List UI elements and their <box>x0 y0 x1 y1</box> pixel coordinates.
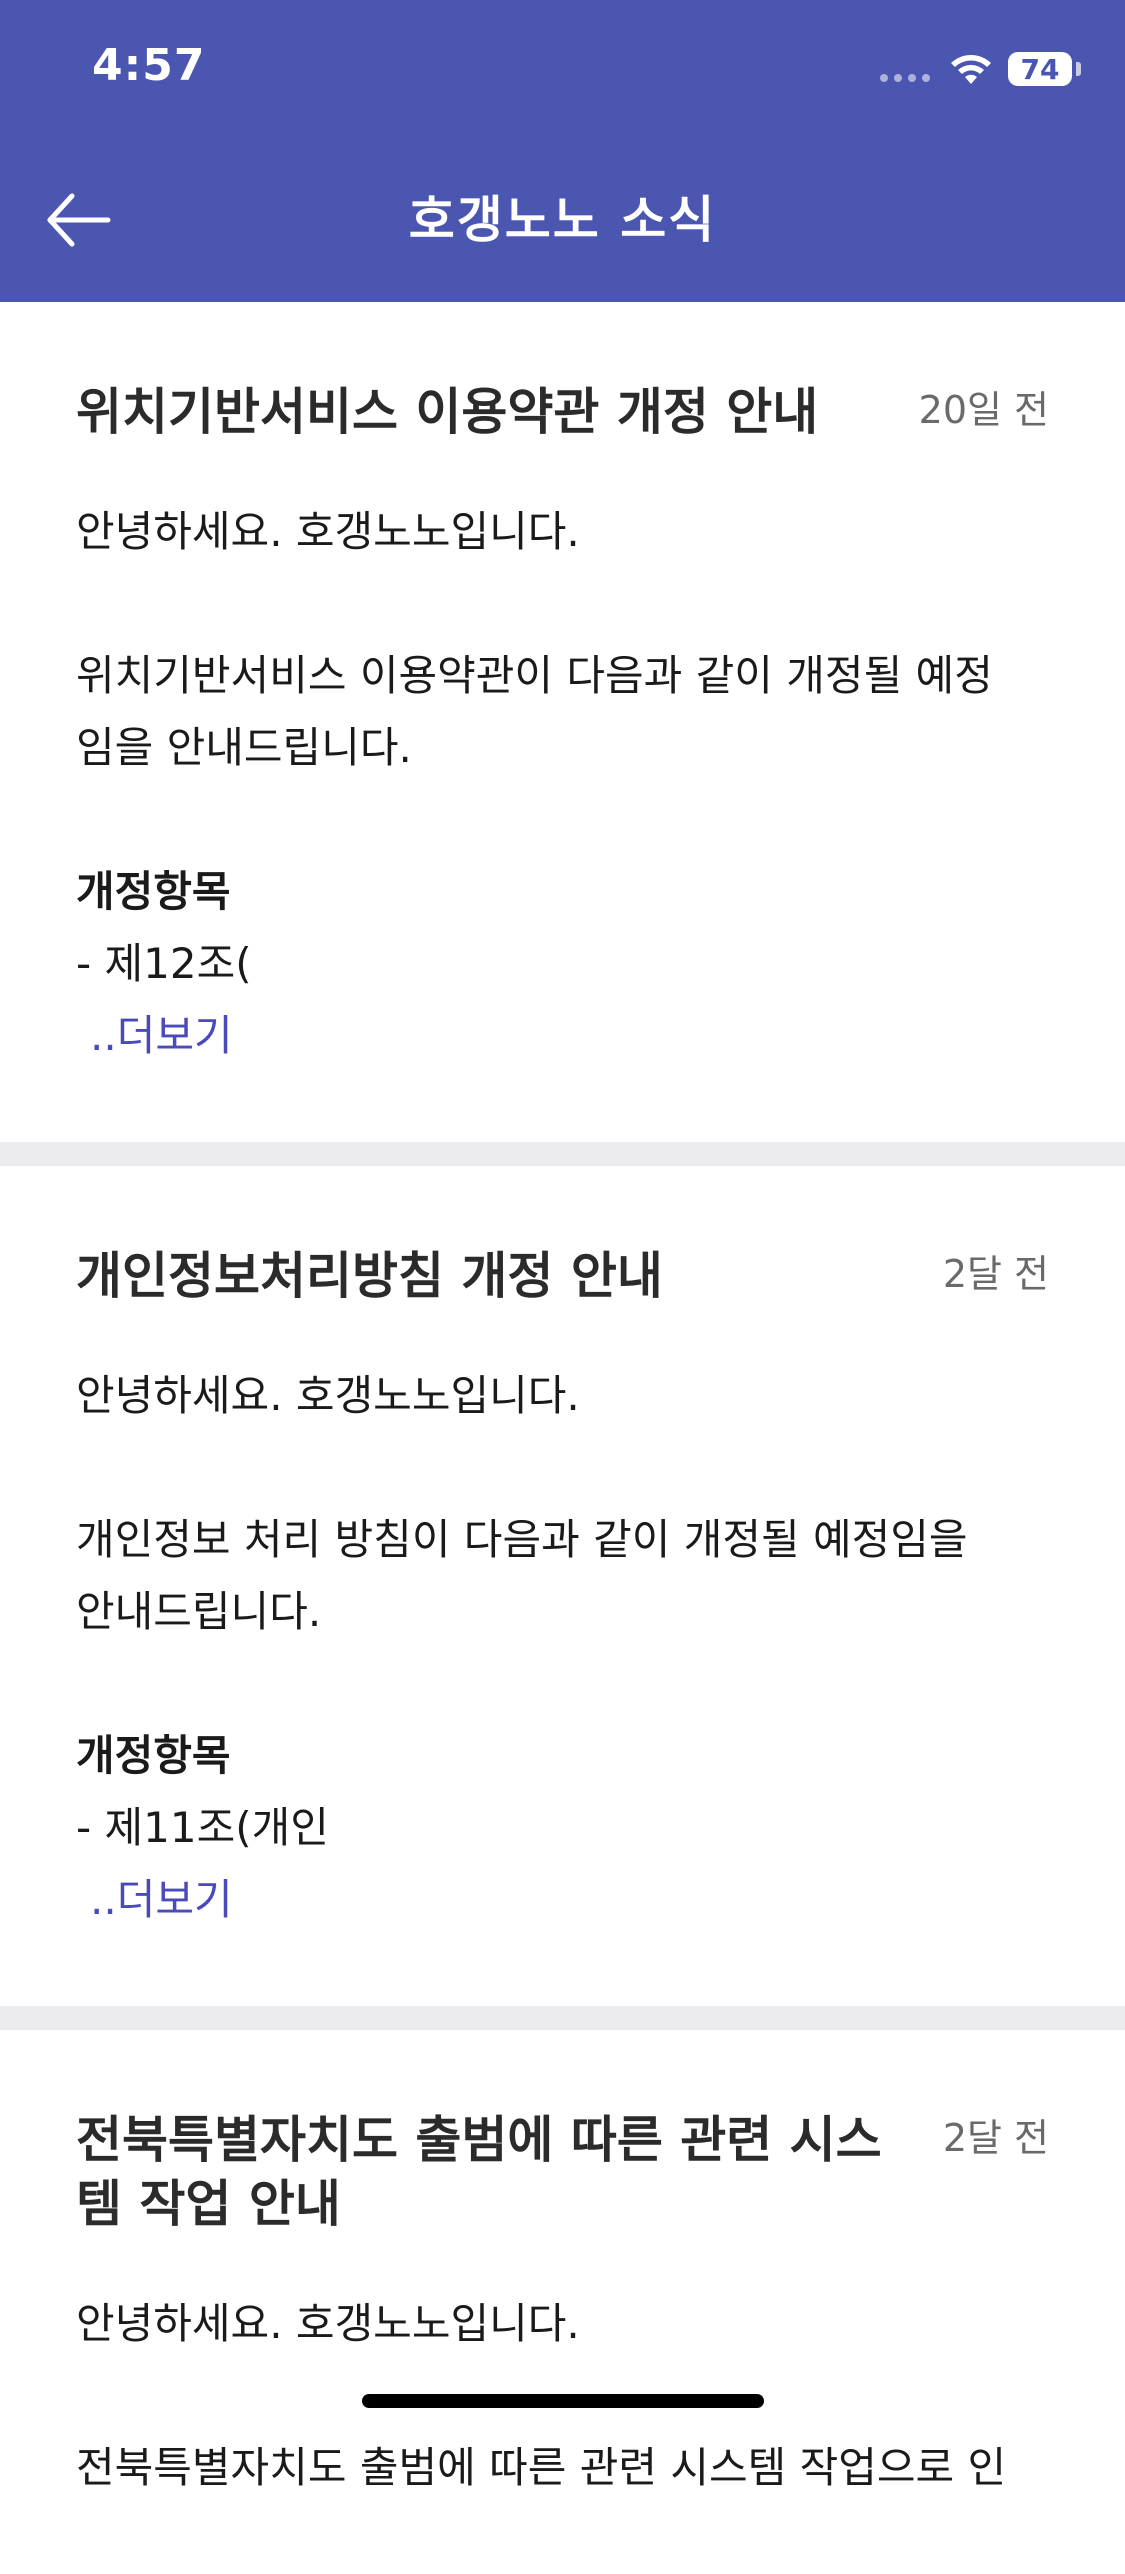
signal-dots-icon <box>880 74 930 82</box>
news-card[interactable]: 개인정보처리방침 개정 안내 2달 전 안녕하세요. 호갱노노입니다. 개인정보… <box>0 1166 1125 2006</box>
read-more-link[interactable]: ..더보기 <box>76 1875 233 1924</box>
news-greeting: 안녕하세요. 호갱노노입니다. <box>76 507 580 556</box>
wifi-icon <box>951 55 991 84</box>
divider <box>0 2006 1125 2030</box>
news-intro-line: 전북특별자치도 출범에 따른 관련 시스템 작업으로 인 <box>76 2443 1007 2492</box>
battery-level-text: 74 <box>1020 52 1060 86</box>
news-item: - 제11조(개인 <box>76 1803 329 1852</box>
news-date: 2달 전 <box>942 2116 1049 2160</box>
divider <box>0 1142 1125 1166</box>
news-card[interactable]: 전북특별자치도 출범에 따른 관련 시스템 작업 안내 2달 전 안녕하세요. … <box>0 2030 1125 2574</box>
news-date: 20일 전 <box>918 388 1049 432</box>
news-greeting: 안녕하세요. 호갱노노입니다. <box>76 1371 580 1420</box>
news-item: - 제12조( <box>76 939 252 988</box>
page-title: 호갱노노 소식 <box>408 191 717 249</box>
news-intro-line: 개인정보 처리 방침이 다음과 같이 개정될 예정임을 <box>76 1515 968 1564</box>
news-intro-line: 위치기반서비스 이용약관이 다음과 같이 개정될 예정 <box>76 651 993 700</box>
app-header: 4:57 74 호갱노노 소식 <box>0 0 1125 302</box>
news-date: 2달 전 <box>942 1252 1049 1296</box>
news-section-heading: 개정항목 <box>76 867 231 916</box>
news-title: 개인정보처리방침 개정 안내 <box>76 1247 663 1305</box>
news-title: 전북특별자치도 출범에 따른 관련 시스템 작업 안내 <box>76 2111 882 2233</box>
news-card[interactable]: 위치기반서비스 이용약관 개정 안내 20일 전 안녕하세요. 호갱노노입니다.… <box>0 302 1125 1142</box>
status-time: 4:57 <box>92 40 206 91</box>
battery-icon: 74 <box>1008 52 1072 86</box>
home-indicator[interactable] <box>362 2394 764 2408</box>
news-title: 위치기반서비스 이용약관 개정 안내 <box>76 383 819 441</box>
battery-nub <box>1076 62 1081 76</box>
news-greeting: 안녕하세요. 호갱노노입니다. <box>76 2299 580 2348</box>
news-section-heading: 개정항목 <box>76 1731 231 1780</box>
news-body: 안녕하세요. 호갱노노입니다. 위치기반서비스 이용약관이 다음과 같이 개정될… <box>76 496 1049 1072</box>
news-intro-line: 안내드립니다. <box>76 1587 322 1636</box>
read-more-link[interactable]: ..더보기 <box>76 1011 233 1060</box>
news-body: 안녕하세요. 호갱노노입니다. 개인정보 처리 방침이 다음과 같이 개정될 예… <box>76 1360 1049 1936</box>
news-intro-line: 임을 안내드립니다. <box>76 723 412 772</box>
news-list: 위치기반서비스 이용약관 개정 안내 20일 전 안녕하세요. 호갱노노입니다.… <box>0 302 1125 2574</box>
